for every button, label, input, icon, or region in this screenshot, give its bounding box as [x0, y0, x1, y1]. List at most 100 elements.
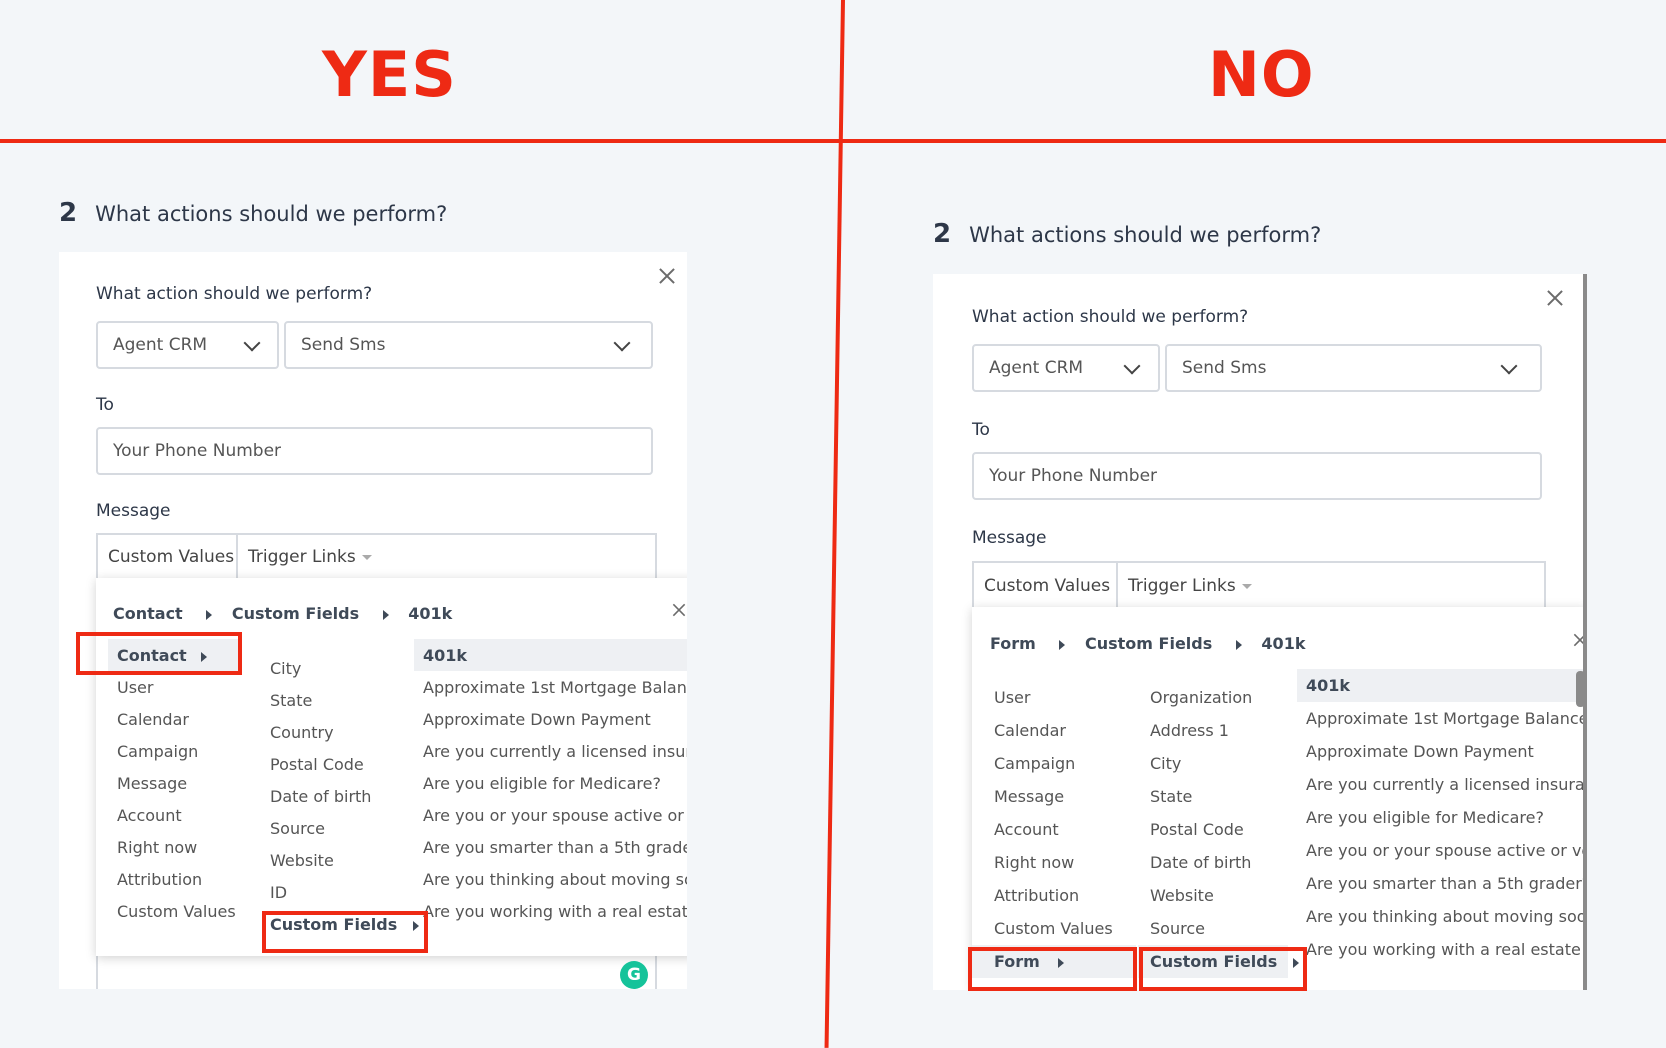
menu-item[interactable]: City: [1150, 754, 1181, 773]
action-card-yes: What action should we perform? Agent CRM…: [59, 252, 687, 989]
menu-item[interactable]: Are you smarter than a 5th grader?: [1306, 874, 1587, 893]
menu-item[interactable]: Website: [270, 851, 334, 870]
tab-trigger-links-label: Trigger Links: [248, 547, 356, 567]
menu-item[interactable]: Postal Code: [1150, 820, 1244, 839]
menu-item[interactable]: ID: [270, 883, 287, 902]
menu-item[interactable]: Source: [270, 819, 325, 838]
menu-item[interactable]: Calendar: [117, 710, 189, 729]
to-label: To: [972, 420, 990, 440]
tab-trigger-links[interactable]: Trigger Links: [248, 535, 372, 579]
chevron-down-icon: [613, 334, 631, 352]
menu-item[interactable]: City: [270, 659, 301, 678]
breadcrumb-item[interactable]: Contact: [113, 604, 183, 623]
to-input[interactable]: Your Phone Number: [96, 427, 653, 475]
close-icon[interactable]: [673, 604, 686, 617]
to-input-value: Your Phone Number: [989, 466, 1158, 486]
action-label: What action should we perform?: [96, 284, 373, 304]
yes-heading: YES: [322, 38, 457, 111]
menu-item[interactable]: Message: [994, 787, 1064, 806]
page-scrollbar[interactable]: [1583, 274, 1587, 990]
breadcrumb: Contact Custom Fields 401k: [113, 604, 452, 623]
menu-item[interactable]: Are you thinking about moving soo: [423, 870, 687, 889]
highlight-box-custom-fields: [1139, 947, 1307, 991]
step-heading-yes: 2 What actions should we perform?: [59, 198, 447, 228]
menu-item[interactable]: Date of birth: [1150, 853, 1251, 872]
close-icon[interactable]: [1547, 290, 1563, 306]
grammarly-icon[interactable]: G: [620, 961, 648, 989]
app-select-value: Agent CRM: [113, 335, 208, 355]
menu-item[interactable]: Are you smarter than a 5th grader: [423, 838, 687, 857]
menu-item[interactable]: Account: [994, 820, 1059, 839]
menu-item[interactable]: Right now: [994, 853, 1074, 872]
tab-divider: [1116, 563, 1118, 609]
close-icon[interactable]: [659, 268, 675, 284]
menu-item[interactable]: Are you eligible for Medicare?: [423, 774, 661, 793]
to-label: To: [96, 395, 114, 415]
tab-custom-values[interactable]: Custom Values: [108, 535, 234, 579]
menu-item[interactable]: Country: [270, 723, 334, 742]
step-heading-no: 2 What actions should we perform?: [933, 219, 1321, 249]
breadcrumb: Form Custom Fields 401k: [990, 634, 1305, 653]
menu-item[interactable]: Campaign: [994, 754, 1075, 773]
menu-item[interactable]: Campaign: [117, 742, 198, 761]
menu-item[interactable]: Are you or your spouse active or v: [423, 806, 687, 825]
menu-item[interactable]: User: [117, 678, 153, 697]
tab-divider: [236, 535, 238, 579]
menu-item[interactable]: Postal Code: [270, 755, 364, 774]
menu-item[interactable]: Date of birth: [270, 787, 371, 806]
menu-item[interactable]: State: [1150, 787, 1192, 806]
caret-right-icon: [1059, 639, 1066, 650]
caret-down-icon: [361, 554, 372, 560]
menu-item[interactable]: Right now: [117, 838, 197, 857]
app-select-value: Agent CRM: [989, 358, 1084, 378]
menu-item[interactable]: Website: [1150, 886, 1214, 905]
menu-item[interactable]: Account: [117, 806, 182, 825]
to-input-value: Your Phone Number: [113, 441, 282, 461]
tab-trigger-links[interactable]: Trigger Links: [1128, 563, 1252, 609]
menu-item[interactable]: Approximate Down Payment: [423, 710, 651, 729]
menu-item[interactable]: Calendar: [994, 721, 1066, 740]
breadcrumb-item[interactable]: Custom Fields: [1085, 634, 1212, 653]
menu-item[interactable]: Attribution: [117, 870, 202, 889]
menu-item[interactable]: Address 1: [1150, 721, 1229, 740]
action-select[interactable]: Send Sms: [284, 321, 653, 369]
menu-item[interactable]: Are you or your spouse active or ve: [1306, 841, 1587, 860]
menu-item[interactable]: Are you currently a licensed insura: [423, 742, 687, 761]
menu-item[interactable]: Approximate 1st Mortgage Balance: [1306, 709, 1587, 728]
menu-item[interactable]: User: [994, 688, 1030, 707]
action-label: What action should we perform?: [972, 307, 1249, 327]
action-select[interactable]: Send Sms: [1165, 344, 1542, 392]
menu-item[interactable]: Are you working with a real estate a: [1306, 940, 1587, 959]
caret-right-icon: [1235, 639, 1242, 650]
breadcrumb-item[interactable]: 401k: [408, 604, 452, 623]
menu-item[interactable]: Attribution: [994, 886, 1079, 905]
menu-item[interactable]: State: [270, 691, 312, 710]
menu-item[interactable]: Source: [1150, 919, 1205, 938]
menu-item[interactable]: 401k: [1306, 676, 1350, 695]
breadcrumb-item[interactable]: Custom Fields: [232, 604, 359, 623]
app-select[interactable]: Agent CRM: [972, 344, 1160, 392]
menu-item[interactable]: 401k: [423, 646, 467, 665]
menu-item[interactable]: Organization: [1150, 688, 1252, 707]
menu-item[interactable]: Approximate Down Payment: [1306, 742, 1534, 761]
caret-down-icon: [1241, 583, 1252, 589]
chevron-down-icon: [1500, 357, 1518, 375]
menu-item[interactable]: Are you working with a real estate: [423, 902, 687, 921]
breadcrumb-item[interactable]: 401k: [1261, 634, 1305, 653]
menu-item[interactable]: Are you thinking about moving soor: [1306, 907, 1587, 926]
menu-item[interactable]: Custom Values: [994, 919, 1113, 938]
horizontal-divider: [0, 139, 1666, 143]
caret-right-icon: [382, 609, 389, 620]
step-number: 2: [59, 198, 78, 228]
menu-item[interactable]: Message: [117, 774, 187, 793]
message-label: Message: [96, 501, 171, 521]
breadcrumb-item[interactable]: Form: [990, 634, 1036, 653]
tab-custom-values[interactable]: Custom Values: [984, 563, 1110, 609]
to-input[interactable]: Your Phone Number: [972, 452, 1542, 500]
menu-item[interactable]: Custom Values: [117, 902, 236, 921]
app-select[interactable]: Agent CRM: [96, 321, 279, 369]
menu-item[interactable]: Are you currently a licensed insuran: [1306, 775, 1587, 794]
chevron-down-icon: [1123, 357, 1141, 375]
menu-item[interactable]: Approximate 1st Mortgage Balance: [423, 678, 687, 697]
menu-item[interactable]: Are you eligible for Medicare?: [1306, 808, 1544, 827]
